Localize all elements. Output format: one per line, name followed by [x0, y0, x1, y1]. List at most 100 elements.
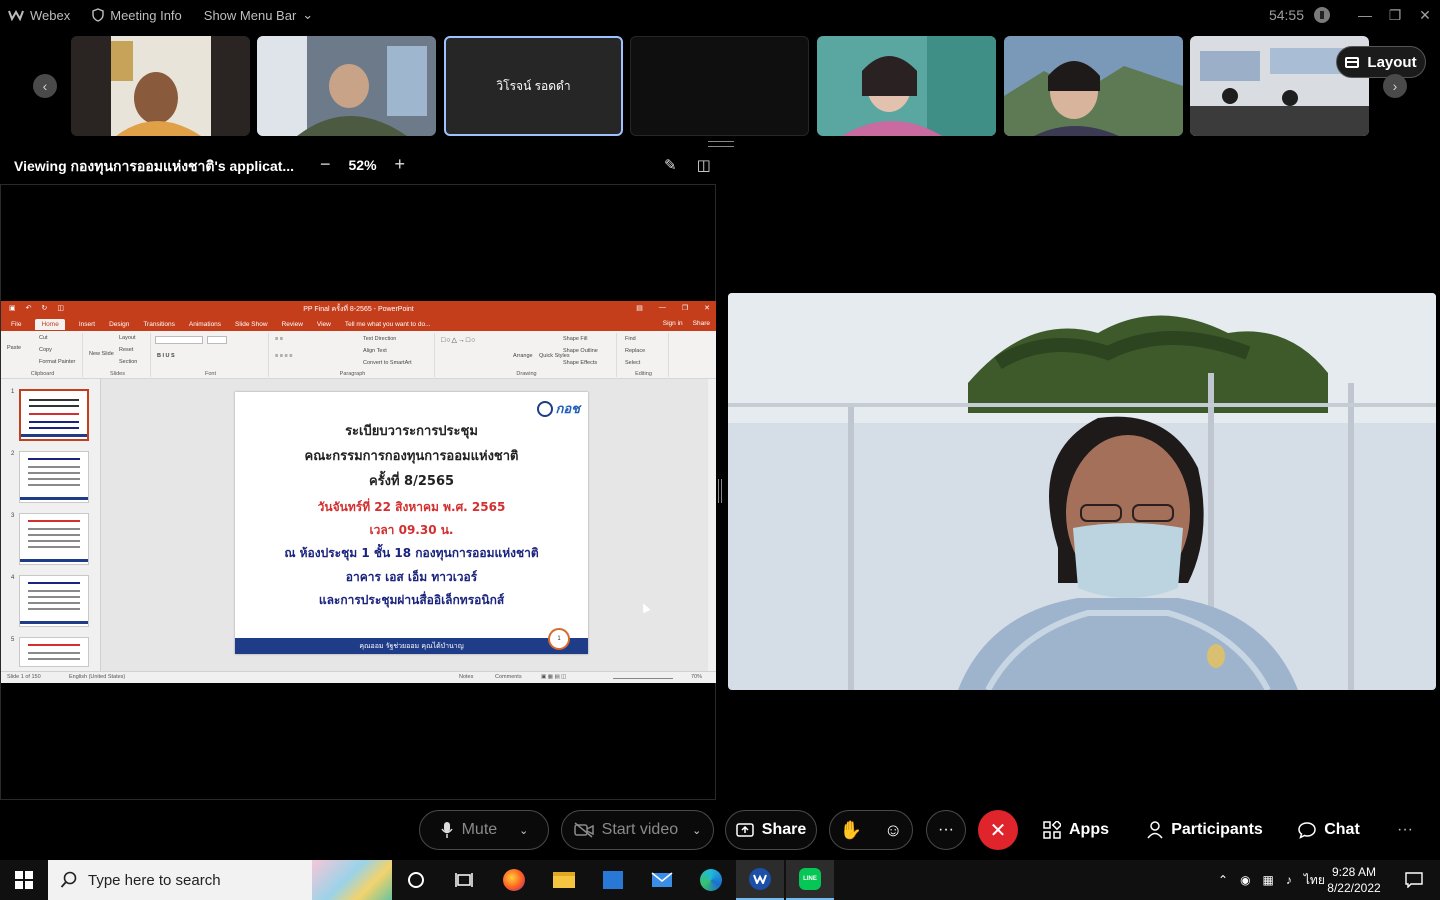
notification-icon[interactable] [1390, 860, 1438, 900]
slide-number: 5 [11, 637, 15, 643]
filmstrip-next-button[interactable]: › [1383, 74, 1407, 98]
participant-tile-empty[interactable] [630, 36, 809, 136]
slide-line-8: และการประชุมผ่านสื่ออิเล็กทรอนิกส์ [318, 593, 505, 607]
ppt-tab-animations: Animations [188, 320, 222, 328]
apps-button[interactable]: Apps [1040, 810, 1112, 850]
thumb-line [28, 652, 80, 654]
more-options-button[interactable]: ··· [926, 810, 966, 850]
meet-now-icon[interactable]: ◉ [1240, 873, 1250, 887]
chevron-down-icon[interactable]: ⌄ [692, 824, 701, 837]
slide-number: 3 [11, 513, 15, 519]
share-button[interactable]: Share [725, 810, 817, 850]
network-stats-icon[interactable] [1314, 7, 1330, 23]
thumb-line [28, 658, 80, 660]
volume-icon[interactable]: ♪ [1286, 873, 1292, 887]
participant-tile-active[interactable]: วิโรจน์ รอดดำ [444, 36, 623, 136]
show-menu-bar-label: Show Menu Bar [203, 7, 297, 23]
cut-label: Cut [39, 335, 48, 341]
ppt-tab-view: View [316, 320, 331, 328]
editing-group-label: Editing [635, 371, 652, 377]
microphone-icon [440, 822, 453, 838]
participant-video-6[interactable] [1004, 36, 1183, 136]
participant-video-1[interactable] [71, 36, 250, 136]
slide-line-7: อาคาร เอส เอ็ม ทาวเวอร์ [345, 570, 478, 584]
leave-meeting-button[interactable]: ✕ [978, 810, 1018, 850]
share-label: Share [761, 821, 807, 838]
share-screen-icon [736, 823, 754, 837]
participant-video-2[interactable] [257, 36, 436, 136]
participant-video-frame [817, 36, 996, 136]
chevron-up-icon[interactable]: ⌃ [1218, 873, 1228, 887]
taskbar-clock[interactable]: 9:28 AM 8/22/2022 [1322, 864, 1386, 896]
active-speaker-video[interactable] [728, 293, 1436, 690]
apps-label: Apps [1069, 821, 1109, 838]
show-menu-bar-button[interactable]: Show Menu Bar ⌄ [204, 7, 313, 23]
ribbon-group-paragraph: ≡ ≡ ≡ ≡ ≡ ≡ Text Direction Align Text Co… [271, 333, 435, 377]
start-video-label: Start video [601, 821, 679, 838]
ribbon-group-editing: Find Replace Select Editing [619, 333, 669, 377]
annotate-icon[interactable]: ✎ [664, 156, 677, 174]
select-label: Select [625, 360, 641, 366]
zoom-in-button[interactable]: + [395, 154, 406, 175]
mute-button[interactable]: Mute ⌄ [419, 810, 549, 850]
redo-icon: ↻ [41, 305, 48, 312]
line-app-icon[interactable]: LINE [786, 860, 834, 900]
chat-button[interactable]: Chat [1296, 810, 1362, 850]
filmstrip-prev-button[interactable]: ‹ [33, 74, 57, 98]
ppt-tab-design: Design [109, 320, 130, 328]
format-painter-label: Format Painter [39, 359, 76, 365]
firefox-icon[interactable] [490, 860, 538, 900]
meeting-info-button[interactable]: Meeting Info [92, 8, 182, 23]
cortana-icon[interactable] [392, 860, 440, 900]
panel-splitter[interactable] [718, 479, 722, 503]
speaker-video-frame [728, 293, 1436, 690]
slide-line-3: ครั้งที่ 8/2565 [368, 474, 455, 489]
ppt-share: Share [692, 320, 710, 327]
ribbon-group-clipboard: Paste Cut Copy Format Painter Clipboard [3, 333, 83, 377]
task-view-icon[interactable] [440, 860, 488, 900]
participant-video-5[interactable] [817, 36, 996, 136]
reactions-icon[interactable]: ☺ [884, 820, 902, 841]
slide-footer: คุณออม รัฐช่วยออม คุณได้บำนาญ [235, 638, 588, 654]
line-glyph: LINE [799, 868, 821, 890]
ppt-tell-me: Tell me what you want to do... [344, 320, 431, 328]
pop-out-icon[interactable]: ◫ [697, 156, 711, 174]
participants-button[interactable]: Participants [1146, 810, 1264, 850]
start-button[interactable] [0, 860, 48, 900]
ppt-ribbon: Paste Cut Copy Format Painter Clipboard … [1, 331, 716, 379]
thumb-line [28, 472, 80, 474]
zoom-out-button[interactable]: − [320, 154, 331, 175]
store-glyph [603, 871, 623, 889]
align-text-label: Align Text [363, 348, 387, 354]
raise-hand-icon[interactable]: ✋ [840, 820, 862, 841]
close-icon[interactable]: ✕ [1410, 0, 1440, 30]
edge-icon[interactable] [687, 860, 735, 900]
file-explorer-icon[interactable] [540, 860, 588, 900]
filmstrip-resize-handle[interactable] [708, 141, 734, 147]
mail-icon[interactable] [638, 860, 686, 900]
start-video-button[interactable]: Start video ⌄ [561, 810, 714, 850]
more-button[interactable]: ··· [1390, 810, 1420, 850]
shape-fill-label: Shape Fill [563, 336, 588, 342]
shared-screen-panel: ▣ ↶ ↻ ◫ PP Final ครั้งที่ 8-2565 - Power… [0, 184, 716, 800]
taskbar-search[interactable]: Type here to search [48, 860, 392, 900]
app-name: Webex [30, 7, 71, 23]
video-off-icon [573, 822, 594, 838]
ribbon-display-icon: ▤ [636, 305, 643, 312]
slide-thumbnail [19, 451, 89, 503]
minimize-icon[interactable]: — [1350, 0, 1380, 30]
thumb-line [29, 413, 79, 415]
task-view-glyph [455, 873, 473, 887]
network-icon[interactable]: ▦ [1263, 873, 1274, 887]
microsoft-store-icon[interactable] [589, 860, 637, 900]
restore-icon[interactable]: ❐ [1380, 0, 1410, 30]
zoom-level: 52% [348, 156, 377, 173]
thumb-footer [20, 497, 88, 500]
webex-taskbar-icon[interactable] [736, 860, 784, 900]
layout-button[interactable]: Layout [1336, 46, 1426, 78]
font-size-box [207, 336, 227, 344]
clock-time: 9:28 AM [1331, 865, 1377, 879]
chevron-down-icon[interactable]: ⌄ [519, 824, 528, 837]
search-placeholder: Type here to search [88, 871, 221, 889]
clock-date: 8/22/2022 [1327, 881, 1381, 895]
